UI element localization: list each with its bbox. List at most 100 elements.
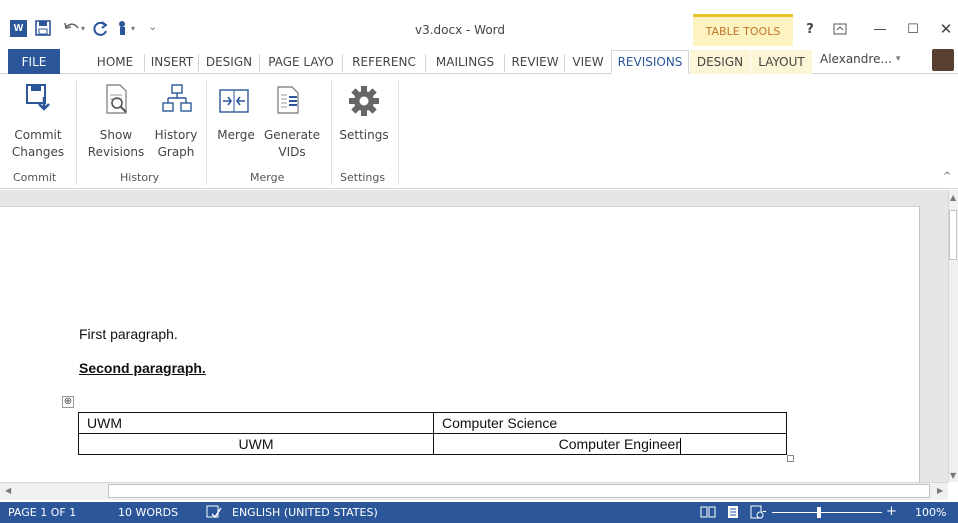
vertical-scroll-thumb[interactable] bbox=[949, 210, 957, 260]
scroll-right-icon[interactable]: ▶ bbox=[937, 486, 943, 495]
redo-icon[interactable] bbox=[92, 19, 110, 37]
generate-vids-icon bbox=[275, 85, 303, 118]
table-resize-handle[interactable] bbox=[787, 455, 794, 462]
table-cell[interactable]: Computer Engineer bbox=[433, 433, 787, 455]
paragraph-second[interactable]: Second paragraph. bbox=[79, 360, 206, 376]
settings-button[interactable]: Settings bbox=[334, 127, 394, 144]
generate-vids-label-2: VIDs bbox=[278, 145, 306, 159]
tab-view[interactable]: VIEW bbox=[566, 50, 610, 74]
show-revisions-button[interactable]: Show Revisions bbox=[86, 127, 146, 161]
tab-mailings[interactable]: MAILINGS bbox=[427, 50, 503, 74]
svg-text:▾: ▾ bbox=[131, 24, 135, 33]
tab-divider bbox=[342, 54, 343, 72]
language-indicator[interactable]: ENGLISH (UNITED STATES) bbox=[232, 506, 378, 519]
user-name: Alexandre... bbox=[820, 52, 892, 66]
tab-divider bbox=[198, 54, 199, 72]
tab-table-design[interactable]: DESIGN bbox=[690, 50, 750, 74]
commit-changes-label-2: Changes bbox=[11, 145, 65, 159]
horizontal-scroll-thumb[interactable] bbox=[108, 484, 930, 498]
page-count[interactable]: PAGE 1 OF 1 bbox=[8, 506, 76, 519]
document-page[interactable]: First paragraph. Second paragraph. ⊕ UWM… bbox=[0, 206, 920, 482]
group-label-history: History bbox=[120, 171, 160, 184]
print-layout-icon[interactable] bbox=[726, 505, 740, 522]
chevron-down-icon: ▾ bbox=[895, 54, 901, 64]
tab-review[interactable]: REVIEW bbox=[506, 50, 564, 74]
close-button[interactable]: ✕ bbox=[936, 20, 956, 38]
tab-file[interactable]: FILE bbox=[8, 49, 60, 74]
touch-mode-icon[interactable]: ▾ bbox=[114, 19, 144, 37]
document-area: First paragraph. Second paragraph. ⊕ UWM… bbox=[0, 190, 948, 482]
group-label-commit: Commit bbox=[13, 171, 57, 184]
tab-divider bbox=[425, 54, 426, 72]
commit-changes-icon bbox=[24, 83, 52, 116]
history-graph-label-2: Graph bbox=[157, 145, 195, 159]
group-divider bbox=[76, 81, 77, 185]
gear-icon bbox=[348, 85, 380, 120]
tab-table-layout[interactable]: LAYOUT bbox=[751, 50, 812, 74]
show-revisions-label-1: Show bbox=[99, 128, 133, 142]
table-row: UWM Computer Science bbox=[78, 412, 787, 434]
group-divider bbox=[398, 81, 399, 185]
avatar[interactable] bbox=[932, 49, 954, 71]
collapse-ribbon-icon[interactable]: ^ bbox=[943, 171, 951, 182]
merge-button[interactable]: Merge bbox=[214, 127, 258, 144]
tab-insert[interactable]: INSERT bbox=[146, 50, 198, 74]
read-mode-icon[interactable] bbox=[700, 505, 716, 522]
svg-text:▾: ▾ bbox=[81, 24, 85, 33]
history-graph-button[interactable]: History Graph bbox=[148, 127, 204, 161]
table-cell[interactable]: Computer Science bbox=[433, 412, 787, 434]
tab-divider bbox=[504, 54, 505, 72]
commit-changes-button[interactable]: Commit Changes bbox=[3, 127, 73, 161]
customize-qat-icon[interactable]: ⌄ bbox=[148, 20, 160, 38]
zoom-slider[interactable] bbox=[772, 512, 882, 513]
group-label-merge: Merge bbox=[250, 171, 285, 184]
title-bar: W ▾ ▾ ⌄ v3.docx - Word TABLE TOOLS ? — ☐… bbox=[0, 0, 958, 46]
scroll-up-icon[interactable]: ▲ bbox=[950, 193, 956, 202]
proofing-icon[interactable] bbox=[206, 505, 222, 522]
show-revisions-label-2: Revisions bbox=[87, 145, 145, 159]
word-count[interactable]: 10 WORDS bbox=[118, 506, 178, 519]
status-bar: PAGE 1 OF 1 10 WORDS ENGLISH (UNITED STA… bbox=[0, 502, 958, 523]
table-move-handle-icon[interactable]: ⊕ bbox=[62, 396, 74, 408]
scroll-down-icon[interactable]: ▼ bbox=[950, 471, 956, 480]
tab-home[interactable]: HOME bbox=[86, 50, 144, 74]
help-icon[interactable]: ? bbox=[800, 20, 820, 38]
tab-divider bbox=[259, 54, 260, 72]
generate-vids-button[interactable]: Generate VIDs bbox=[258, 127, 326, 161]
show-revisions-icon bbox=[104, 83, 130, 118]
tab-references[interactable]: REFERENC bbox=[344, 50, 424, 74]
maximize-button[interactable]: ☐ bbox=[903, 20, 923, 38]
tab-divider bbox=[144, 54, 145, 72]
zoom-in-button[interactable]: + bbox=[886, 504, 897, 519]
undo-icon[interactable]: ▾ bbox=[62, 19, 88, 37]
ribbon-display-options-icon[interactable] bbox=[830, 20, 850, 38]
paragraph-first[interactable]: First paragraph. bbox=[79, 326, 178, 342]
tab-revisions[interactable]: REVISIONS bbox=[611, 50, 689, 74]
save-icon[interactable] bbox=[34, 19, 52, 37]
minimize-button[interactable]: — bbox=[870, 20, 890, 38]
word-app-icon[interactable]: W bbox=[10, 20, 27, 37]
table-cell[interactable]: UWM bbox=[78, 412, 434, 434]
commit-changes-label-1: Commit bbox=[14, 128, 62, 142]
tab-design[interactable]: DESIGN bbox=[200, 50, 258, 74]
window-title: v3.docx - Word bbox=[415, 23, 506, 37]
text-cursor bbox=[680, 438, 681, 455]
settings-label: Settings bbox=[339, 128, 389, 142]
table-tools-header: TABLE TOOLS bbox=[693, 14, 793, 46]
user-account[interactable]: Alexandre... ▾ bbox=[820, 52, 900, 66]
ribbon-tabs: FILE HOME INSERT DESIGN PAGE LAYO REFERE… bbox=[0, 46, 958, 74]
group-divider bbox=[331, 81, 332, 185]
table-cell[interactable]: UWM bbox=[78, 433, 434, 455]
group-label-settings: Settings bbox=[340, 171, 386, 184]
ribbon: Commit Changes Commit Show Revisions His… bbox=[0, 75, 958, 189]
zoom-level[interactable]: 100% bbox=[915, 506, 946, 519]
zoom-out-button[interactable]: - bbox=[762, 504, 767, 519]
tab-divider bbox=[564, 54, 565, 72]
tab-page-layout[interactable]: PAGE LAYO bbox=[261, 50, 341, 74]
zoom-slider-thumb[interactable] bbox=[817, 507, 821, 518]
group-divider bbox=[206, 81, 207, 185]
history-graph-label-1: History bbox=[154, 128, 198, 142]
history-graph-icon bbox=[162, 83, 192, 118]
merge-label: Merge bbox=[217, 128, 255, 142]
scroll-left-icon[interactable]: ◀ bbox=[5, 486, 11, 495]
